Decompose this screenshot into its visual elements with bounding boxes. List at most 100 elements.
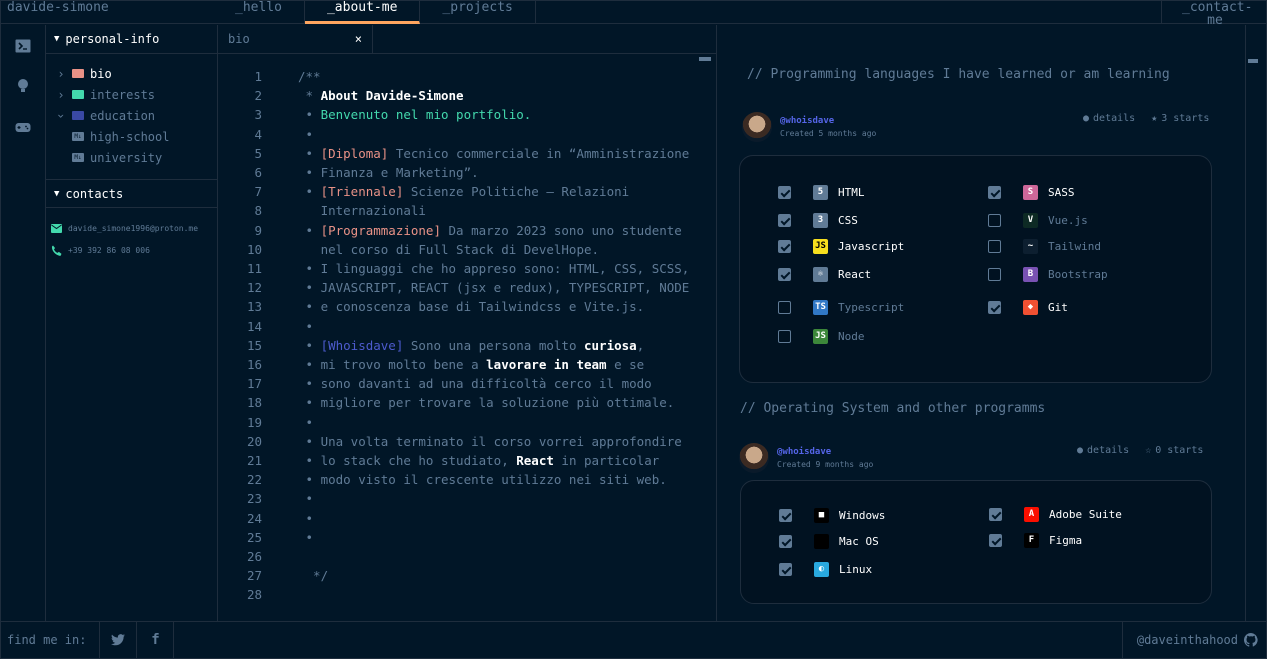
skill-item-windows[interactable]: ■ Windows [779,508,885,523]
checkbox[interactable] [988,268,1001,281]
skill-item-html[interactable]: 5 HTML [778,185,865,200]
tree-item-bio[interactable]: › bio [46,63,217,84]
skill-label: Adobe Suite [1049,508,1122,521]
skill-item-mac-os[interactable]: Mac OS [779,534,879,549]
skill-item-typescript[interactable]: TS Typescript [778,300,904,315]
github-link[interactable]: @daveinthahood [1121,621,1266,658]
tab-contact-me[interactable]: _contact-me [1161,1,1266,27]
code-line: • mi trovo molto bene a lavorare in team… [298,357,645,372]
skill-item-git[interactable]: ◆ Git [988,300,1068,315]
line-number: 9 [254,222,262,238]
panel-scrollbar[interactable] [1245,25,1259,621]
skill-item-node[interactable]: JS Node [778,329,865,344]
checkbox[interactable] [778,268,791,281]
skill-item-javascript[interactable]: JS Javascript [778,239,904,254]
tab-hello[interactable]: _hello [213,1,305,24]
html-icon: 5 [813,185,828,200]
skill-label: Tailwind [1048,240,1101,253]
code-token: • [298,107,321,123]
skill-item-linux[interactable]: ◐ Linux [779,562,872,577]
sidebar: ▼ personal-info › bio › interests › educ… [46,25,218,621]
checkbox[interactable] [779,535,792,548]
stars-link[interactable]: ☆ 0 starts [1145,445,1203,456]
close-icon[interactable]: × [355,25,362,53]
tree-item-high-school[interactable]: M↓ high-school [46,126,217,147]
skill-item-tailwind[interactable]: ~ Tailwind [988,239,1101,254]
facebook-icon[interactable]: f [137,621,175,658]
details-link[interactable]: ● details [1083,113,1135,124]
checkbox[interactable] [779,509,792,522]
profile-username[interactable]: @whoisdave [777,447,873,457]
line-number: 23 [246,491,262,507]
checkbox[interactable] [778,330,791,343]
skill-item-vue-js[interactable]: V Vue.js [988,213,1088,228]
profile-username[interactable]: @whoisdave [780,116,876,126]
line-number: 26 [246,549,262,564]
stars-link[interactable]: ★ 3 starts [1151,113,1209,124]
skill-item-adobe-suite[interactable]: A Adobe Suite [989,507,1122,522]
code-token: Benvenuto nel mio portfolio. [320,107,532,123]
section-title-languages: // Programming languages I have learned … [747,67,1170,82]
javascript-icon: JS [813,239,828,254]
checkbox[interactable] [778,214,791,227]
details-label: details [1093,113,1136,124]
panel-scrollbar-thumb[interactable] [1248,59,1258,63]
code-token: Da marzo 2023 sono uno studente [441,222,682,238]
skill-label: Windows [839,509,886,522]
code-area[interactable]: 1 /** 2 * About Davide-Simone 3 • Benvenuto… [218,54,716,620]
gamepad-icon[interactable] [15,120,31,134]
code-token: • Finanza e Marketing”. [298,165,479,180]
checkbox[interactable] [988,301,1001,314]
details-link[interactable]: ● details [1077,445,1129,456]
tab-about-me[interactable]: _about-me [304,1,421,24]
chevron-down-icon: › [54,111,68,120]
checkbox[interactable] [989,508,1002,521]
stars-label: 0 starts [1155,445,1204,456]
code-token: Scienze Politiche – Relazioni [403,184,630,200]
tailwind-icon: ~ [1023,239,1038,254]
editor-scrollbar-thumb[interactable] [699,57,711,61]
tree-item-education[interactable]: › education [46,105,217,126]
terminal-icon[interactable] [15,39,31,53]
profile-meta-1: ● details ★ 3 starts [1083,113,1209,124]
profile-info: @whoisdave Created 9 months ago [777,447,873,469]
code-token: • Una volta terminato il corso vorrei ap… [298,433,682,449]
person-icon[interactable] [15,78,31,92]
editor-tab-bio[interactable]: bio × [218,25,373,53]
skill-item-bootstrap[interactable]: B Bootstrap [988,267,1108,282]
checkbox[interactable] [778,240,791,253]
skill-item-figma[interactable]: F Figma [989,533,1082,548]
skill-item-css[interactable]: 3 CSS [778,213,858,228]
checkbox[interactable] [988,214,1001,227]
checkbox[interactable] [778,186,791,199]
checkbox[interactable] [778,301,791,314]
sass-icon: S [1023,185,1038,200]
contacts-header[interactable]: ▼ contacts [46,179,217,208]
skill-label: React [838,268,872,281]
code-token: • mi trovo molto bene a [298,357,487,372]
checkbox[interactable] [988,186,1001,199]
checkbox[interactable] [989,534,1002,547]
code-line: • lo stack che ho studiato, React in par… [298,453,660,468]
tab-projects[interactable]: _projects [420,1,536,24]
skill-label: Figma [1049,534,1083,547]
checkbox[interactable] [988,240,1001,253]
contact-email[interactable]: davide_simone1996@proton.me [46,217,217,239]
line-number: 17 [246,376,262,392]
code-line: Internazionali [298,203,426,218]
code-token: [Triennale] [320,184,404,200]
tree-item-interests[interactable]: › interests [46,84,217,105]
skill-item-sass[interactable]: S SASS [988,185,1075,200]
stars-label: 3 starts [1161,113,1210,124]
editor-tab-label: bio [228,32,250,46]
tree-item-university[interactable]: M↓ university [46,147,217,168]
contact-phone[interactable]: +39 392 86 08 006 [46,239,217,261]
twitter-icon[interactable] [100,621,138,658]
personal-info-header[interactable]: ▼ personal-info [46,25,217,54]
skill-item-react[interactable]: ⚛ React [778,267,871,282]
details-label: details [1087,445,1130,456]
git-icon: ◆ [1023,300,1038,315]
checkbox[interactable] [779,563,792,576]
markdown-file-icon: M↓ [72,132,84,141]
star-icon: ★ [1151,113,1158,124]
